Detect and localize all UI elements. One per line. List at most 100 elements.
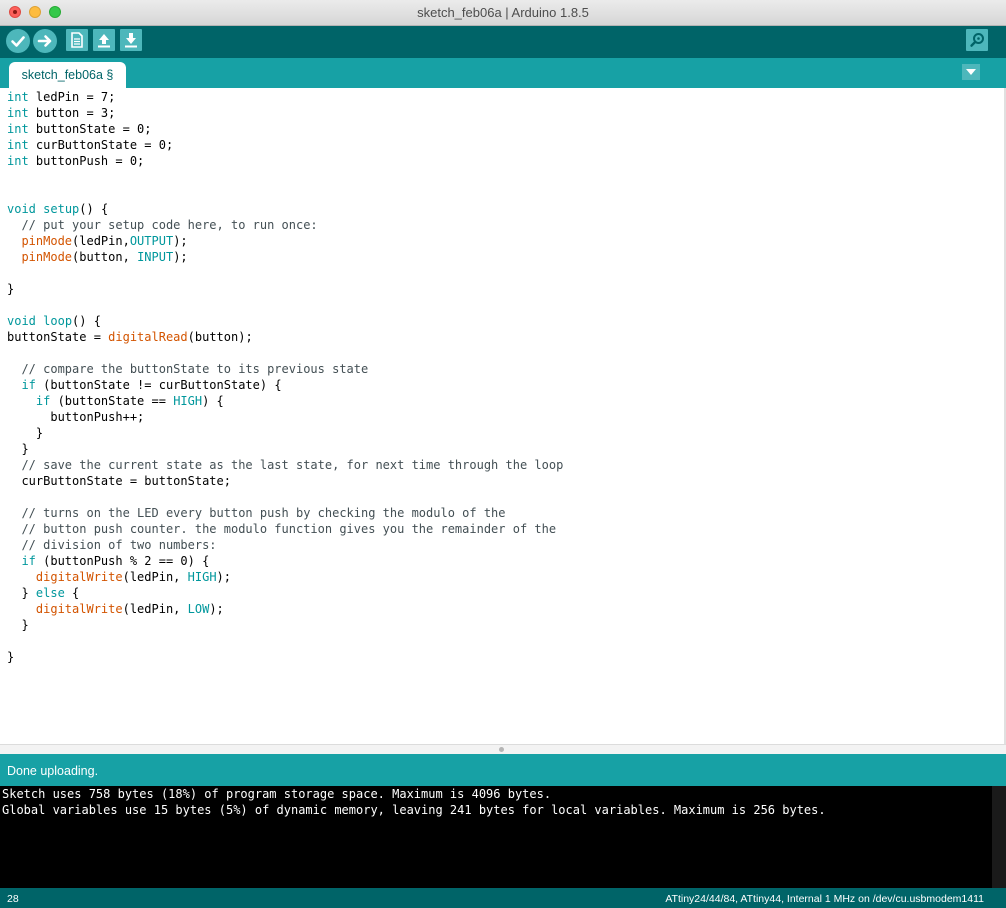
code-line[interactable]: }	[7, 281, 563, 297]
code-line[interactable]: void loop() {	[7, 313, 563, 329]
code-token: }	[7, 586, 36, 600]
serial-monitor-button[interactable]	[966, 29, 988, 51]
code-line[interactable]	[7, 169, 563, 185]
toolbar	[0, 26, 1006, 58]
code-token: }	[7, 442, 29, 456]
code-token: if	[21, 554, 36, 568]
status-bar: Done uploading.	[0, 754, 1006, 786]
code-line[interactable]: if (buttonPush % 2 == 0) {	[7, 553, 563, 569]
code-line[interactable]: int buttonState = 0;	[7, 121, 563, 137]
divider-handle[interactable]	[499, 747, 504, 752]
code-token: LOW	[187, 602, 210, 616]
code-line[interactable]: }	[7, 617, 563, 633]
code-line[interactable]: }	[7, 425, 563, 441]
code-line[interactable]: // put your setup code here, to run once…	[7, 217, 563, 233]
code-token: // save the current state as the last st…	[7, 458, 564, 472]
code-line[interactable]: // save the current state as the last st…	[7, 457, 563, 473]
code-token: (ledPin,	[122, 602, 188, 616]
code-token: HIGH	[187, 570, 217, 584]
code-line[interactable]: void setup() {	[7, 201, 563, 217]
code-line[interactable]	[7, 345, 563, 361]
code-token: (buttonPush % 2 == 0) {	[35, 554, 210, 568]
code-token: loop	[43, 314, 73, 328]
code-token: pinMode	[21, 234, 73, 248]
code-line[interactable]	[7, 185, 563, 201]
code-token: void	[7, 202, 36, 216]
arrow-right-icon	[37, 35, 52, 47]
code-token: () {	[72, 314, 101, 328]
new-sketch-button[interactable]	[66, 29, 88, 51]
code-line[interactable]: buttonPush++;	[7, 409, 563, 425]
code-token: digitalWrite	[35, 602, 123, 616]
code-line[interactable]: }	[7, 441, 563, 457]
code-token: }	[7, 282, 15, 296]
footer-bar: 28 ATtiny24/44/84, ATtiny44, Internal 1 …	[0, 888, 1006, 908]
code-line[interactable]: }	[7, 649, 563, 665]
code-token: OUTPUT	[129, 234, 174, 248]
code-line[interactable]	[7, 265, 563, 281]
code-token: if	[35, 394, 51, 408]
tab-bar: sketch_feb06a §	[0, 58, 1006, 88]
code-token: digitalRead	[108, 330, 188, 344]
code-line[interactable]: pinMode(button, INPUT);	[7, 249, 563, 265]
verify-button[interactable]	[6, 29, 30, 53]
code-token: buttonPush++;	[7, 410, 145, 424]
code-token: HIGH	[173, 394, 203, 408]
save-sketch-button[interactable]	[120, 29, 142, 51]
code-line[interactable]: int curButtonState = 0;	[7, 137, 563, 153]
code-line[interactable]: int button = 3;	[7, 105, 563, 121]
code-line[interactable]: if (buttonState == HIGH) {	[7, 393, 563, 409]
code-line[interactable]: digitalWrite(ledPin, LOW);	[7, 601, 563, 617]
panel-divider[interactable]	[0, 744, 1006, 754]
code-token: button = 3;	[28, 106, 116, 120]
code-line[interactable]: // compare the buttonState to its previo…	[7, 361, 563, 377]
code-token: buttonState =	[7, 330, 109, 344]
upload-button[interactable]	[33, 29, 57, 53]
open-sketch-button[interactable]	[93, 29, 115, 51]
code-token: // compare the buttonState to its previo…	[7, 362, 369, 376]
code-line[interactable]: } else {	[7, 585, 563, 601]
console-scrollbar[interactable]	[992, 786, 1006, 888]
code-line[interactable]	[7, 489, 563, 505]
code-line[interactable]: buttonState = digitalRead(button);	[7, 329, 563, 345]
code-line[interactable]: if (buttonState != curButtonState) {	[7, 377, 563, 393]
code-token: setup	[43, 202, 80, 216]
code-line[interactable]: // turns on the LED every button push by…	[7, 505, 563, 521]
code-line[interactable]: curButtonState = buttonState;	[7, 473, 563, 489]
tab-sketch[interactable]: sketch_feb06a §	[9, 62, 126, 88]
code-token: // division of two numbers:	[7, 538, 217, 552]
tab-menu-button[interactable]	[962, 64, 980, 80]
code-token: (button);	[187, 330, 253, 344]
code-line[interactable]: digitalWrite(ledPin, HIGH);	[7, 569, 563, 585]
code-token: digitalWrite	[35, 570, 123, 584]
code-token: pinMode	[21, 250, 73, 264]
code-line[interactable]: int ledPin = 7;	[7, 89, 563, 105]
code-token: if	[21, 378, 36, 392]
code-editor[interactable]: int ledPin = 7; int button = 3; int button…	[0, 88, 1006, 744]
code-line[interactable]: pinMode(ledPin,OUTPUT);	[7, 233, 563, 249]
code-line[interactable]	[7, 633, 563, 649]
code-token: buttonState = 0;	[28, 122, 152, 136]
code-token: curButtonState = buttonState;	[7, 474, 231, 488]
code-token: int	[7, 106, 29, 120]
code-text[interactable]: int ledPin = 7; int button = 3; int button…	[7, 89, 563, 665]
code-token: );	[173, 250, 188, 264]
code-token: int	[7, 138, 29, 152]
code-line[interactable]: // button push counter. the modulo funct…	[7, 521, 563, 537]
code-token: (button,	[72, 250, 138, 264]
triangle-down-icon	[966, 69, 976, 75]
console-output[interactable]: Sketch uses 758 bytes (18%) of program s…	[0, 786, 1006, 888]
code-line[interactable]: // division of two numbers:	[7, 537, 563, 553]
code-token: int	[7, 154, 29, 168]
document-icon	[71, 32, 83, 48]
code-token: (ledPin,	[72, 234, 130, 248]
code-token: () {	[79, 202, 109, 216]
code-token: );	[216, 570, 231, 584]
code-token: buttonPush = 0;	[28, 154, 145, 168]
code-token: );	[209, 602, 224, 616]
code-line[interactable]: int buttonPush = 0;	[7, 153, 563, 169]
code-line[interactable]	[7, 297, 563, 313]
